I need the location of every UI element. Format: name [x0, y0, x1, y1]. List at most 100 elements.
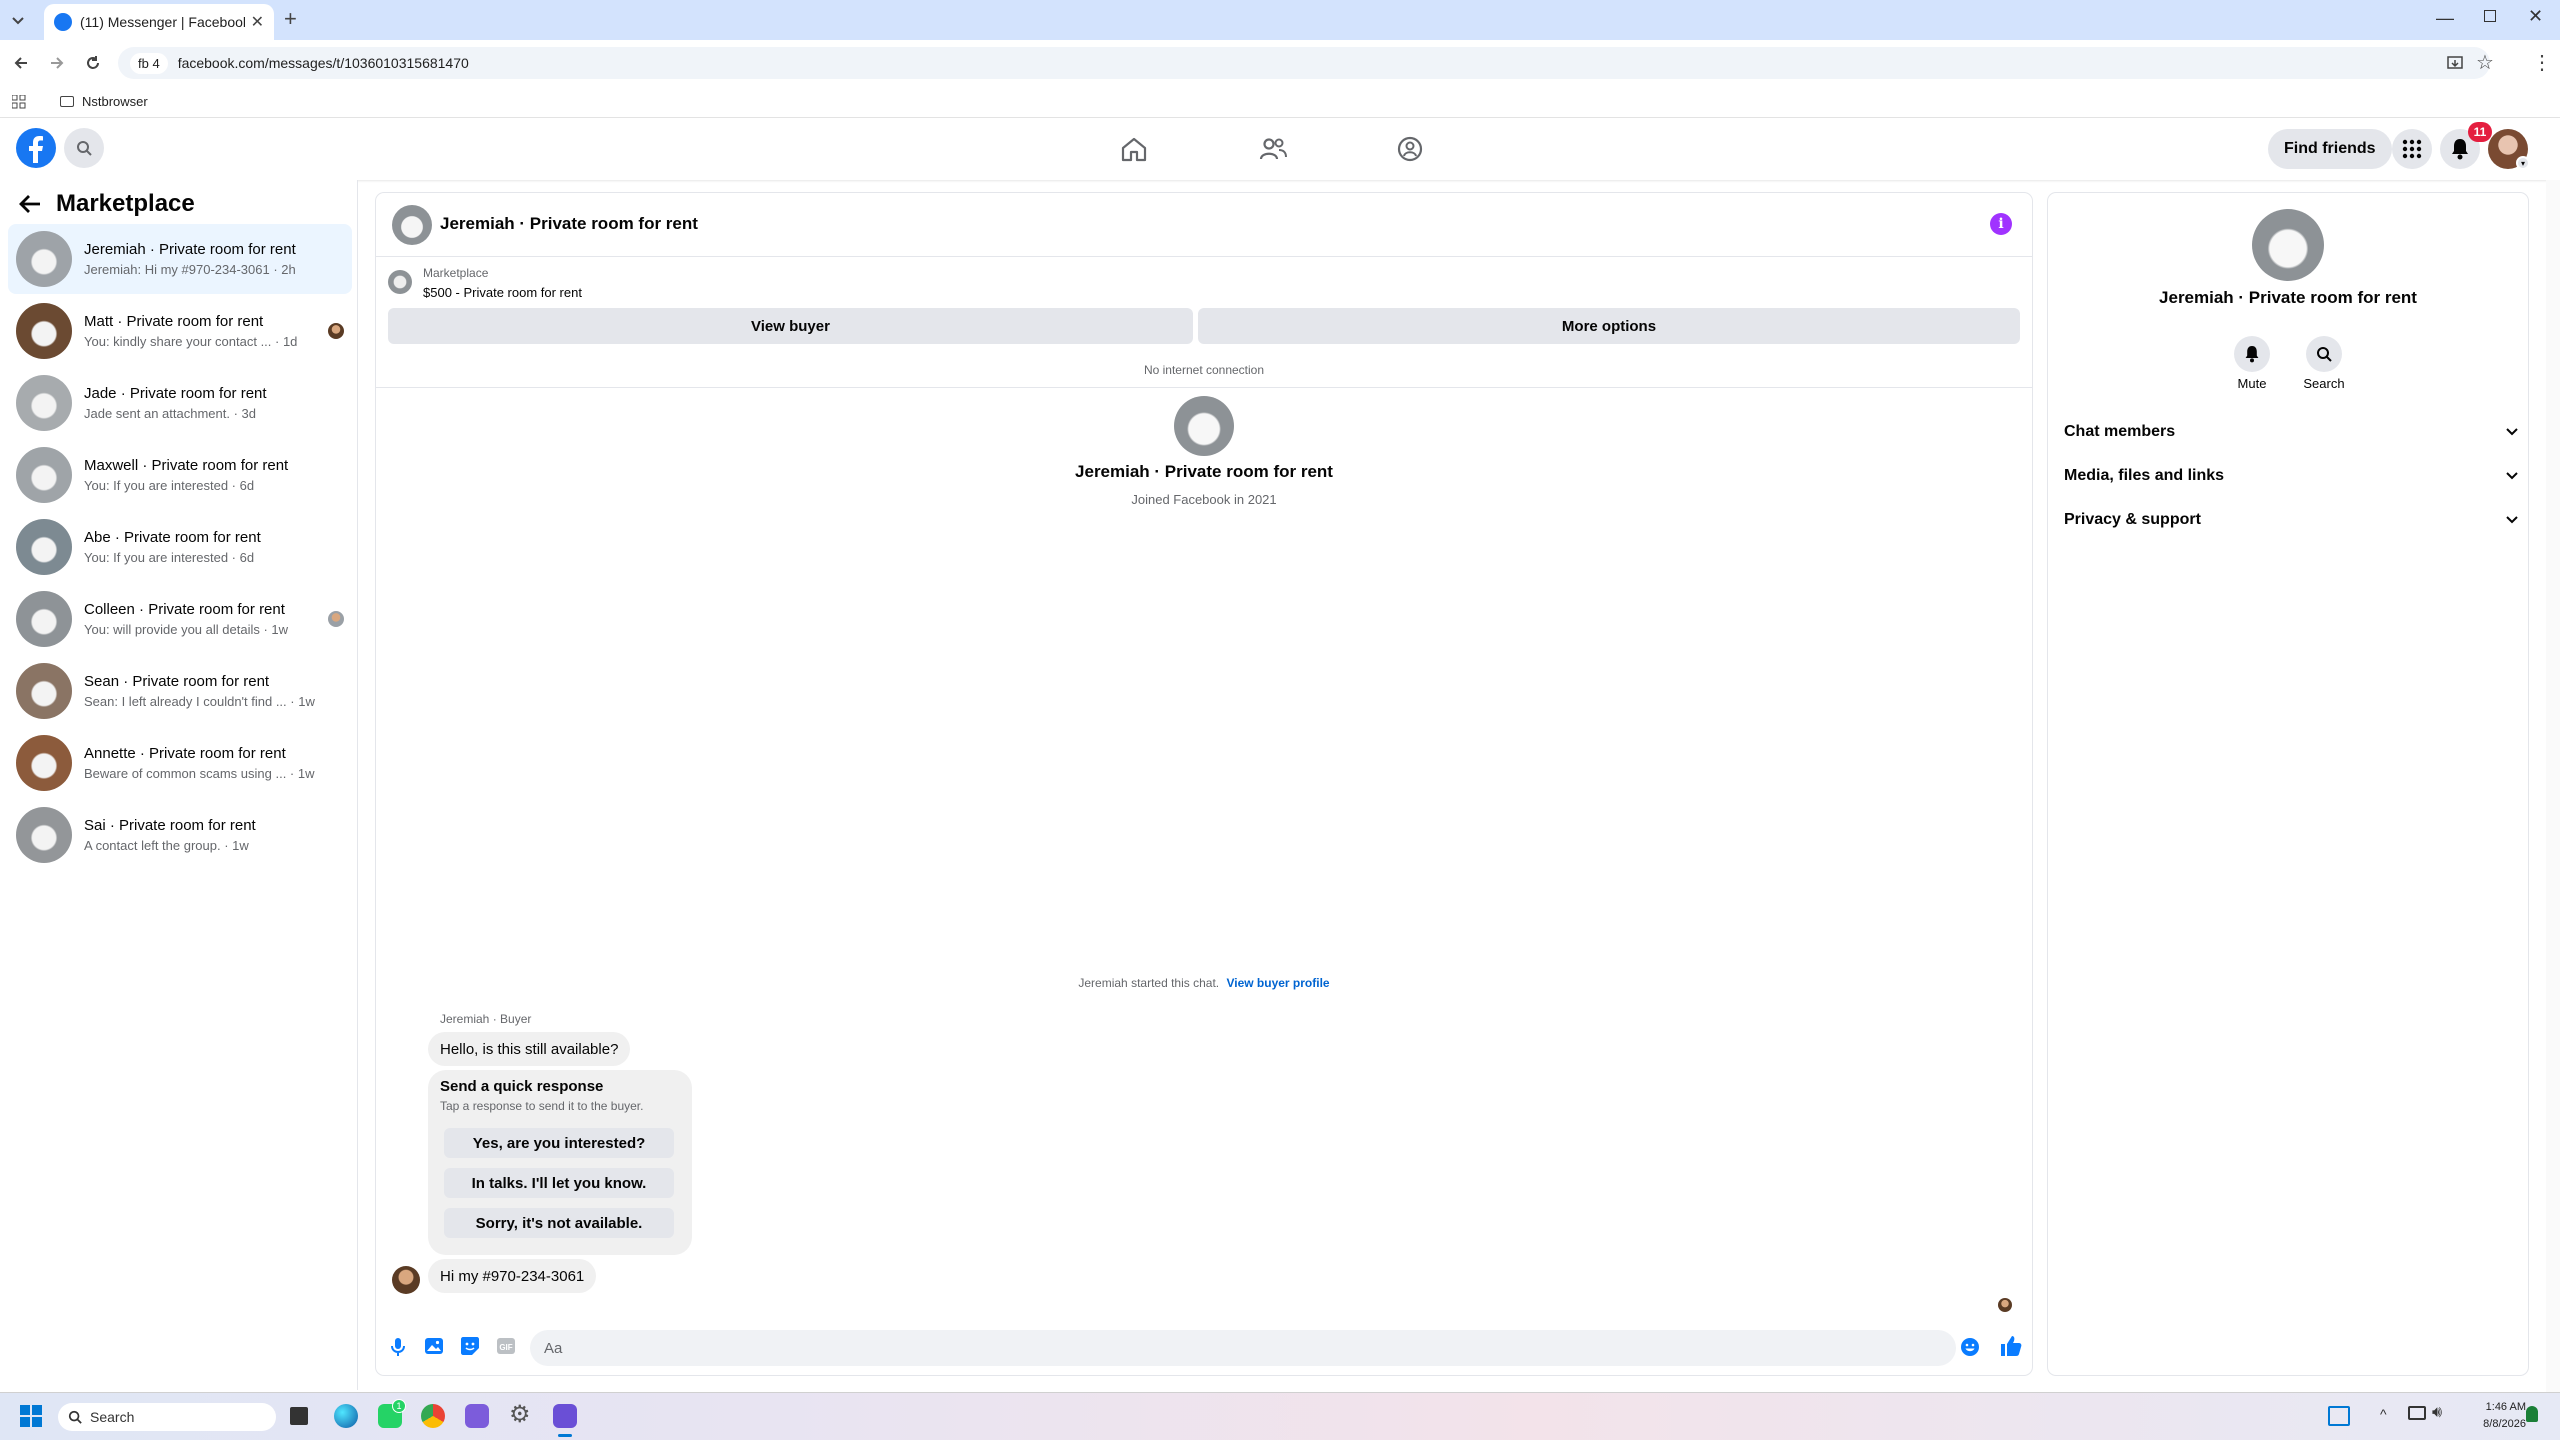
clock-date[interactable]: 8/8/2026 — [2462, 1418, 2526, 1430]
chevron-down-icon — [2506, 428, 2518, 436]
conversation-avatar — [16, 591, 72, 647]
sticker-icon[interactable] — [460, 1336, 480, 1356]
chevron-down-icon — [2506, 516, 2518, 524]
more-options-button[interactable]: More options — [1198, 308, 2020, 344]
new-tab-button[interactable]: + — [284, 6, 297, 32]
message-bubble[interactable]: Hello, is this still available? — [428, 1032, 631, 1066]
clock-time[interactable]: 1:46 AM — [2470, 1401, 2526, 1413]
media-files-links-section[interactable]: Media, files and links — [2064, 456, 2518, 496]
groups-icon[interactable] — [1396, 135, 1424, 163]
settings-icon[interactable]: ⚙ — [509, 1403, 531, 1427]
conversation-text: Sai · Private room for rent A contact lef… — [84, 817, 256, 853]
close-window-button[interactable]: ✕ — [2528, 6, 2543, 27]
gif-icon[interactable]: GIF — [496, 1336, 516, 1356]
conversation-preview: Jeremiah: Hi my #970-234-3061 · 2h — [84, 262, 296, 277]
url-text[interactable]: facebook.com/messages/t/10360103156814​7… — [178, 55, 469, 71]
search-conversation-button[interactable] — [2306, 336, 2342, 372]
back-icon[interactable] — [12, 54, 30, 72]
conversation-preview: You: will provide you all details · 1w — [84, 622, 289, 637]
emoji-icon[interactable] — [1960, 1337, 1980, 1357]
quick-response-in-talks[interactable]: In talks. I'll let you know. — [444, 1168, 674, 1198]
photo-icon[interactable] — [424, 1336, 444, 1356]
thumbs-up-icon[interactable] — [1999, 1334, 2023, 1358]
windows-start-icon[interactable] — [20, 1405, 42, 1427]
chat-members-section[interactable]: Chat members — [2064, 412, 2518, 452]
conversation-avatar — [16, 519, 72, 575]
bell-icon — [2450, 138, 2470, 160]
nstbrowser-icon[interactable] — [553, 1404, 577, 1428]
listing-title[interactable]: $500 - Private room for rent — [423, 285, 582, 300]
minimize-button[interactable]: — — [2436, 8, 2454, 29]
conversation-item[interactable]: Sai · Private room for rent A contact lef… — [8, 800, 352, 870]
conversation-preview: You: kindly share your contact ... · 1d — [84, 334, 298, 349]
listing-thumbnail[interactable] — [388, 270, 412, 294]
network-icon[interactable] — [2408, 1406, 2426, 1420]
app-icon-purple[interactable] — [465, 1404, 489, 1428]
page-scrollbar[interactable] — [2546, 180, 2560, 1392]
conversation-item[interactable]: Jeremiah · Private room for rent Jeremiah… — [8, 224, 352, 294]
conversation-item[interactable]: Colleen · Private room for rent You: will… — [8, 584, 352, 654]
info-button[interactable]: i — [1990, 213, 2012, 235]
chat-avatar[interactable] — [392, 205, 432, 245]
conversation-item[interactable]: Abe · Private room for rent You: If you a… — [8, 512, 352, 582]
sender-avatar[interactable] — [392, 1266, 420, 1294]
connection-status: No internet connection — [1143, 363, 1265, 377]
close-tab-icon[interactable]: ✕ — [251, 12, 264, 32]
restore-button[interactable] — [2484, 10, 2496, 22]
address-bar[interactable]: fb 4 facebook.com/messages/t/10360103156… — [118, 47, 2490, 79]
browser-menu-icon[interactable]: ⋮ — [2532, 50, 2552, 75]
view-buyer-profile-link[interactable]: View buyer profile — [1226, 976, 1329, 990]
menu-button[interactable] — [2392, 129, 2432, 169]
bookmark-folder[interactable]: Nstbrowser — [60, 94, 148, 109]
friends-icon[interactable] — [1259, 136, 1287, 162]
conversation-item[interactable]: Maxwell · Private room for rent You: If y… — [8, 440, 352, 510]
apps-grid-icon[interactable] — [12, 95, 26, 109]
account-chevron-icon[interactable]: ▾ — [2516, 156, 2530, 170]
conversation-item[interactable]: Annette · Private room for rent Beware of… — [8, 728, 352, 798]
privacy-support-section[interactable]: Privacy & support — [2064, 500, 2518, 540]
search-button[interactable] — [64, 128, 104, 168]
details-avatar[interactable] — [2252, 209, 2324, 281]
tray-chevron-icon[interactable]: ^ — [2380, 1406, 2387, 1422]
conversation-item[interactable]: Jade · Private room for rent Jade sent an… — [8, 368, 352, 438]
task-view-icon[interactable] — [290, 1407, 308, 1425]
message-input[interactable]: Aa — [530, 1330, 1956, 1366]
quick-response-yes[interactable]: Yes, are you interested? — [444, 1128, 674, 1158]
widgets-icon[interactable] — [2328, 1406, 2350, 1426]
conversation-avatar — [16, 807, 72, 863]
read-receipt-avatar — [1998, 1298, 2012, 1312]
mute-button[interactable] — [2234, 336, 2270, 372]
browser-tab[interactable]: (11) Messenger | Facebook ✕ — [44, 4, 274, 40]
chrome-icon[interactable] — [421, 1404, 445, 1428]
conversation-text: Colleen · Private room for rent You: will… — [84, 601, 288, 637]
microphone-icon[interactable] — [390, 1337, 406, 1357]
reload-icon[interactable] — [84, 54, 102, 72]
edge-icon[interactable] — [334, 1404, 358, 1428]
find-friends-button[interactable]: Find friends — [2268, 129, 2392, 169]
conversation-item[interactable]: Matt · Private room for rent You: kindly … — [8, 296, 352, 366]
mute-bell-icon — [2244, 345, 2260, 363]
back-arrow-icon[interactable] — [18, 193, 42, 215]
browser-tab-strip: (11) Messenger | Facebook ✕ + — ✕ — [0, 0, 2560, 40]
volume-icon[interactable]: 🔊︎ — [2432, 1404, 2442, 1422]
install-app-icon[interactable] — [2446, 54, 2464, 72]
message-bubble-phone[interactable]: Hi my #970-234-3061 — [428, 1259, 597, 1293]
chat-title[interactable]: Jeremiah · Private room for rent — [440, 214, 698, 234]
profile-chip[interactable]: fb 4 — [130, 52, 168, 74]
menu-grid-icon — [2402, 139, 2422, 159]
profile-avatar[interactable] — [1174, 396, 1234, 456]
taskbar-search[interactable]: Search — [58, 1403, 276, 1431]
conversation-item[interactable]: Sean · Private room for rent Sean: I left… — [8, 656, 352, 726]
conversation-preview: Jade sent an attachment. · 3d — [84, 406, 256, 421]
conversation-name: Maxwell · Private room for rent — [84, 457, 289, 474]
home-icon[interactable] — [1120, 136, 1148, 162]
whatsapp-badge: 1 — [392, 1399, 406, 1413]
bookmark-star-icon[interactable]: ☆ — [2476, 50, 2494, 75]
tab-search-icon[interactable] — [10, 12, 26, 28]
view-buyer-button[interactable]: View buyer — [388, 308, 1193, 344]
forward-icon[interactable] — [48, 54, 66, 72]
quick-response-not-available[interactable]: Sorry, it's not available. — [444, 1208, 674, 1238]
taskbar-search-icon — [68, 1410, 82, 1424]
notification-center-icon[interactable] — [2526, 1406, 2538, 1422]
facebook-logo-icon[interactable] — [15, 127, 57, 169]
